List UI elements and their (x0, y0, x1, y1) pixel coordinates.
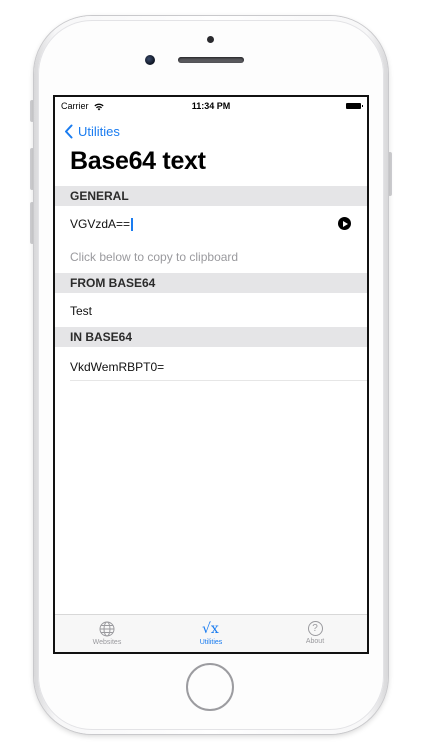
from-base64-value[interactable]: Test (70, 299, 367, 323)
section-header-from-base64: FROM BASE64 (55, 273, 367, 293)
section-header-in-base64: IN BASE64 (55, 327, 367, 347)
back-button[interactable]: Utilities (64, 121, 120, 141)
front-camera-icon (145, 55, 155, 65)
page-title: Base64 text (70, 147, 206, 175)
text-caret (131, 217, 134, 231)
tab-label-about: About (305, 638, 325, 645)
home-button[interactable] (186, 663, 234, 711)
status-bar: Carrier 11:34 PM (55, 97, 367, 117)
battery-icon (346, 103, 363, 109)
tab-about[interactable]: ? About (263, 615, 367, 652)
chevron-left-icon (65, 124, 73, 138)
section-header-general: GENERAL (55, 186, 367, 206)
tab-label-utilities: Utilities (199, 639, 223, 646)
tab-utilities[interactable]: √x Utilities (159, 615, 263, 652)
tab-label-websites: Websites (92, 639, 122, 646)
earpiece-speaker (178, 57, 244, 63)
play-icon[interactable] (338, 217, 351, 230)
tab-bar: Websites √x Utilities ? About (55, 614, 367, 652)
in-base64-value[interactable]: VkdWemRBPT0= (70, 353, 367, 381)
globe-icon (99, 621, 115, 637)
app-screen: Carrier 11:34 PM Utilities Base64 text G… (55, 97, 367, 652)
power-button (388, 152, 392, 196)
copy-hint: Click below to copy to clipboard (70, 250, 239, 264)
status-time: 11:34 PM (191, 101, 231, 111)
base64-input[interactable]: VGVzdA== (70, 217, 130, 231)
back-label: Utilities (78, 123, 120, 139)
sqrt-icon: √x (202, 621, 219, 637)
base64-input-row[interactable]: VGVzdA== (70, 209, 367, 239)
question-circle-icon: ? (307, 621, 323, 636)
tab-websites[interactable]: Websites (55, 615, 159, 652)
proximity-sensor (207, 36, 214, 43)
